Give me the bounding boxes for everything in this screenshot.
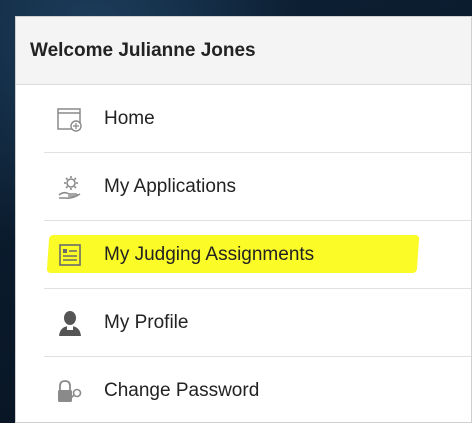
menu-item-label: My Judging Assignments <box>104 243 315 265</box>
page-title: Welcome Julianne Jones <box>30 39 256 61</box>
navigation-menu: Home My Applications My Judging Assignme… <box>16 85 471 422</box>
menu-item-label: My Applications <box>104 175 237 197</box>
profile-user-icon <box>56 309 84 337</box>
key-lock-icon <box>56 377 84 405</box>
menu-item-change-password[interactable]: Change Password <box>44 357 471 422</box>
menu-item-label: My Profile <box>104 311 189 333</box>
panel-header: Welcome Julianne Jones <box>16 17 471 85</box>
menu-item-label: Change Password <box>104 380 260 401</box>
menu-item-home[interactable]: Home <box>44 85 471 153</box>
welcome-panel: Welcome Julianne Jones Home My Applicati… <box>15 16 472 423</box>
menu-item-my-applications[interactable]: My Applications <box>44 153 471 221</box>
menu-item-my-judging-assignments[interactable]: My Judging Assignments <box>44 221 471 289</box>
home-page-icon <box>56 105 84 133</box>
menu-item-my-profile[interactable]: My Profile <box>44 289 471 357</box>
judging-document-icon <box>56 241 84 269</box>
applications-icon <box>56 173 84 201</box>
menu-item-label: Home <box>104 107 155 129</box>
